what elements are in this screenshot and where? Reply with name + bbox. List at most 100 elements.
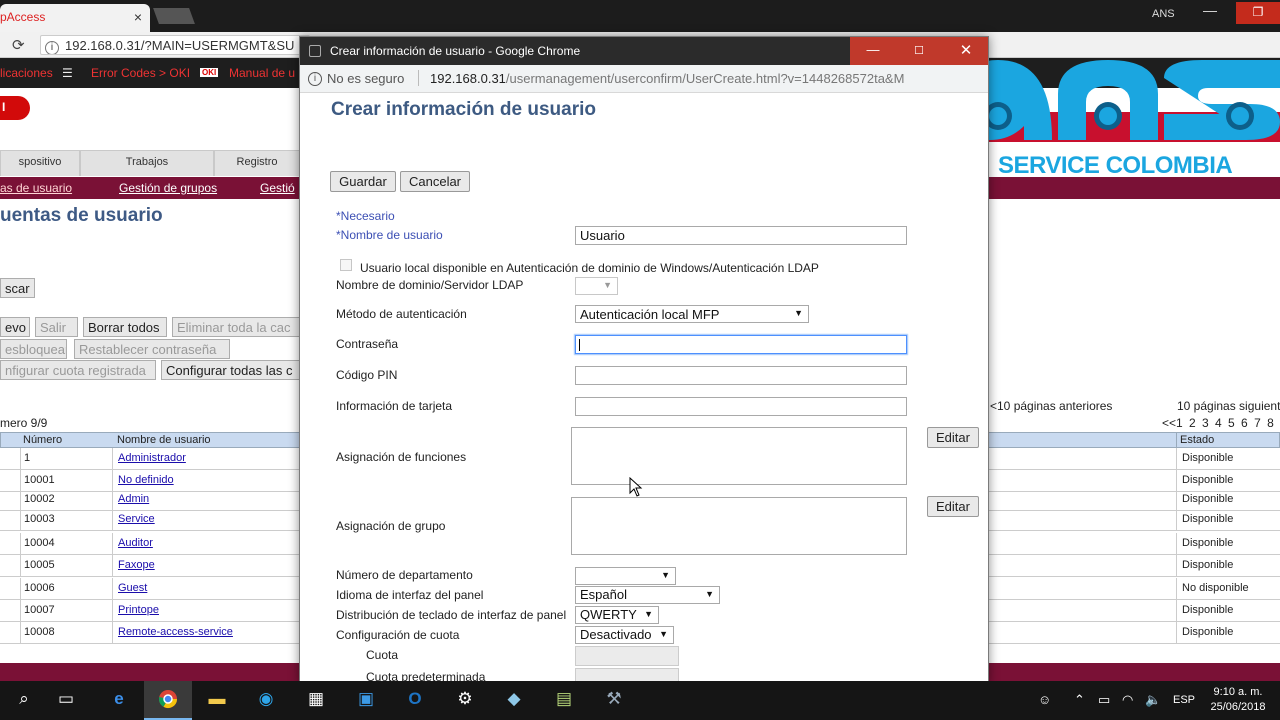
quota-config-value: Desactivado	[580, 627, 652, 642]
subnav-group-management[interactable]: Gestión de grupos	[119, 181, 217, 195]
popup-minimize-button[interactable]: —	[850, 37, 896, 65]
new-button[interactable]: evo	[0, 317, 30, 337]
language-indicator[interactable]: ESP	[1173, 694, 1195, 706]
teamviewer-icon[interactable]: ◉	[242, 681, 290, 720]
outlook-icon[interactable]: O	[391, 681, 439, 720]
set-all-quota-button[interactable]: Configurar todas las c	[161, 360, 300, 380]
tab-device[interactable]: spositivo	[0, 150, 80, 176]
dropdown-arrow-icon: ▼	[794, 308, 803, 318]
dropdown-arrow-icon: ▼	[661, 570, 670, 580]
page-title: uentas de usuario	[0, 205, 163, 226]
auth-method-select[interactable]: Autenticación local MFP ▼	[575, 305, 809, 323]
logout-button[interactable]: Salir	[35, 317, 78, 337]
search-icon[interactable]: ⌕	[0, 681, 48, 720]
oki-icon: OKI	[200, 68, 219, 77]
popup-title-bar[interactable]: Crear información de usuario - Google Ch…	[300, 37, 988, 65]
quota-config-select[interactable]: Desactivado ▼	[575, 626, 674, 644]
search-button[interactable]: scar	[0, 278, 35, 298]
row-number: 1	[24, 452, 31, 464]
popup-window-title: Crear información de usuario - Google Ch…	[330, 44, 581, 58]
security-indicator[interactable]: No es seguro	[327, 71, 404, 86]
password-field[interactable]	[575, 335, 907, 354]
previous-pages-link[interactable]: <10 páginas anteriores	[990, 399, 1112, 413]
quota-field[interactable]	[575, 646, 679, 666]
clock[interactable]: 9:10 a. m. 25/06/2018	[1206, 685, 1270, 715]
edit-group-button[interactable]: Editar	[927, 496, 979, 517]
pin-field[interactable]	[575, 366, 907, 385]
keyboard-layout-value: QWERTY	[580, 607, 637, 622]
subnav-user-accounts[interactable]: as de usuario	[0, 181, 72, 195]
chrome-icon[interactable]	[144, 681, 192, 720]
table-row-mid	[988, 448, 1176, 470]
settings-gear-icon[interactable]: ⚙	[441, 681, 489, 720]
app-window-icon[interactable]: ▣	[342, 681, 390, 720]
popup-maximize-button[interactable]: ☐	[896, 37, 942, 65]
row-username-link[interactable]: Auditor	[118, 537, 153, 549]
edit-functions-button[interactable]: Editar	[927, 427, 979, 448]
volume-icon[interactable]: 🔈	[1145, 692, 1161, 708]
row-username-link[interactable]: Admin	[118, 493, 149, 505]
reset-password-button[interactable]: Restablecer contraseña	[74, 339, 230, 359]
battery-icon[interactable]: ▭	[1098, 692, 1110, 708]
clear-cache-button[interactable]: Eliminar toda la cac	[172, 317, 300, 337]
record-count: mero 9/9	[0, 416, 48, 430]
row-username-link[interactable]: Printope	[118, 604, 159, 616]
form-title: Crear información de usuario	[331, 99, 597, 120]
browser-tab[interactable]: pAccess ×	[0, 4, 150, 32]
browser-profile-name[interactable]: ANS	[1152, 8, 1175, 20]
text-caret	[579, 339, 580, 351]
row-username-link[interactable]: Remote-access-service	[118, 626, 233, 638]
people-icon[interactable]: ☺	[1038, 692, 1051, 707]
set-registered-quota-button[interactable]: nfigurar cuota registrada	[0, 360, 156, 380]
row-username-link[interactable]: Guest	[118, 582, 147, 594]
popup-url[interactable]: 192.168.0.31/usermanagement/userconfirm/…	[430, 71, 904, 86]
password-label: Contraseña	[336, 337, 399, 351]
file-explorer-icon[interactable]: ▬	[193, 681, 241, 720]
app-icon[interactable]: ◆	[490, 681, 538, 720]
cancel-button[interactable]: Cancelar	[400, 171, 470, 192]
window-minimize-button[interactable]: —	[1190, 2, 1230, 24]
info-icon[interactable]: i	[45, 41, 59, 54]
edge-icon[interactable]: e	[95, 681, 143, 720]
bookmark-item[interactable]: Error Codes > OKI	[91, 66, 190, 80]
tool-icon[interactable]: ⚒	[590, 681, 638, 720]
dropdown-arrow-icon: ▼	[659, 629, 668, 639]
delete-all-button[interactable]: Borrar todos	[83, 317, 167, 337]
task-view-icon[interactable]: ▭	[42, 681, 90, 720]
tab-close-icon[interactable]: ×	[134, 9, 142, 25]
username-field[interactable]: Usuario	[575, 226, 907, 245]
bookmark-item[interactable]: licaciones	[0, 66, 53, 80]
new-tab-button[interactable]	[153, 8, 195, 24]
chevron-up-icon[interactable]: ⌃	[1074, 692, 1085, 708]
row-number: 10002	[24, 493, 55, 505]
domain-select[interactable]: ▼	[575, 277, 618, 295]
popup-close-button[interactable]: ✕	[942, 37, 988, 65]
calculator-icon[interactable]: ▦	[292, 681, 340, 720]
info-icon[interactable]: i	[308, 72, 322, 86]
bookmark-item[interactable]: Manual de u	[229, 66, 295, 80]
window-restore-button[interactable]: ❐	[1236, 2, 1280, 24]
unlock-button[interactable]: esbloquear	[0, 339, 67, 359]
card-info-field[interactable]	[575, 397, 907, 416]
popup-address-bar[interactable]: i No es seguro 192.168.0.31/usermanageme…	[300, 65, 988, 93]
local-user-checkbox[interactable]	[340, 259, 352, 271]
address-bar-url: 192.168.0.31/?MAIN=USERMGMT&SU	[65, 38, 295, 53]
department-select[interactable]: ▼	[575, 567, 676, 585]
notes-icon[interactable]: ▤	[540, 681, 588, 720]
panel-language-select[interactable]: Español ▼	[575, 586, 720, 604]
keyboard-layout-select[interactable]: QWERTY ▼	[575, 606, 659, 624]
save-button[interactable]: Guardar	[330, 171, 396, 192]
tab-jobs[interactable]: Trabajos	[80, 150, 214, 176]
network-icon[interactable]: ◠	[1122, 692, 1133, 708]
next-pages-link[interactable]: 10 páginas siguient	[1177, 399, 1280, 413]
pagination[interactable]: <<1 2 3 4 5 6 7 8	[1162, 416, 1274, 430]
row-username-link[interactable]: No definido	[118, 474, 174, 486]
address-bar[interactable]: i 192.168.0.31/?MAIN=USERMGMT&SU	[40, 35, 310, 55]
reload-icon[interactable]: ⟳	[12, 36, 25, 54]
row-username-link[interactable]: Administrador	[118, 452, 186, 464]
tab-log[interactable]: Registro	[214, 150, 300, 176]
row-username-link[interactable]: Service	[118, 513, 155, 525]
subnav-management[interactable]: Gestió	[260, 181, 295, 195]
row-username-link[interactable]: Faxope	[118, 559, 155, 571]
chrome-icon	[309, 45, 321, 57]
